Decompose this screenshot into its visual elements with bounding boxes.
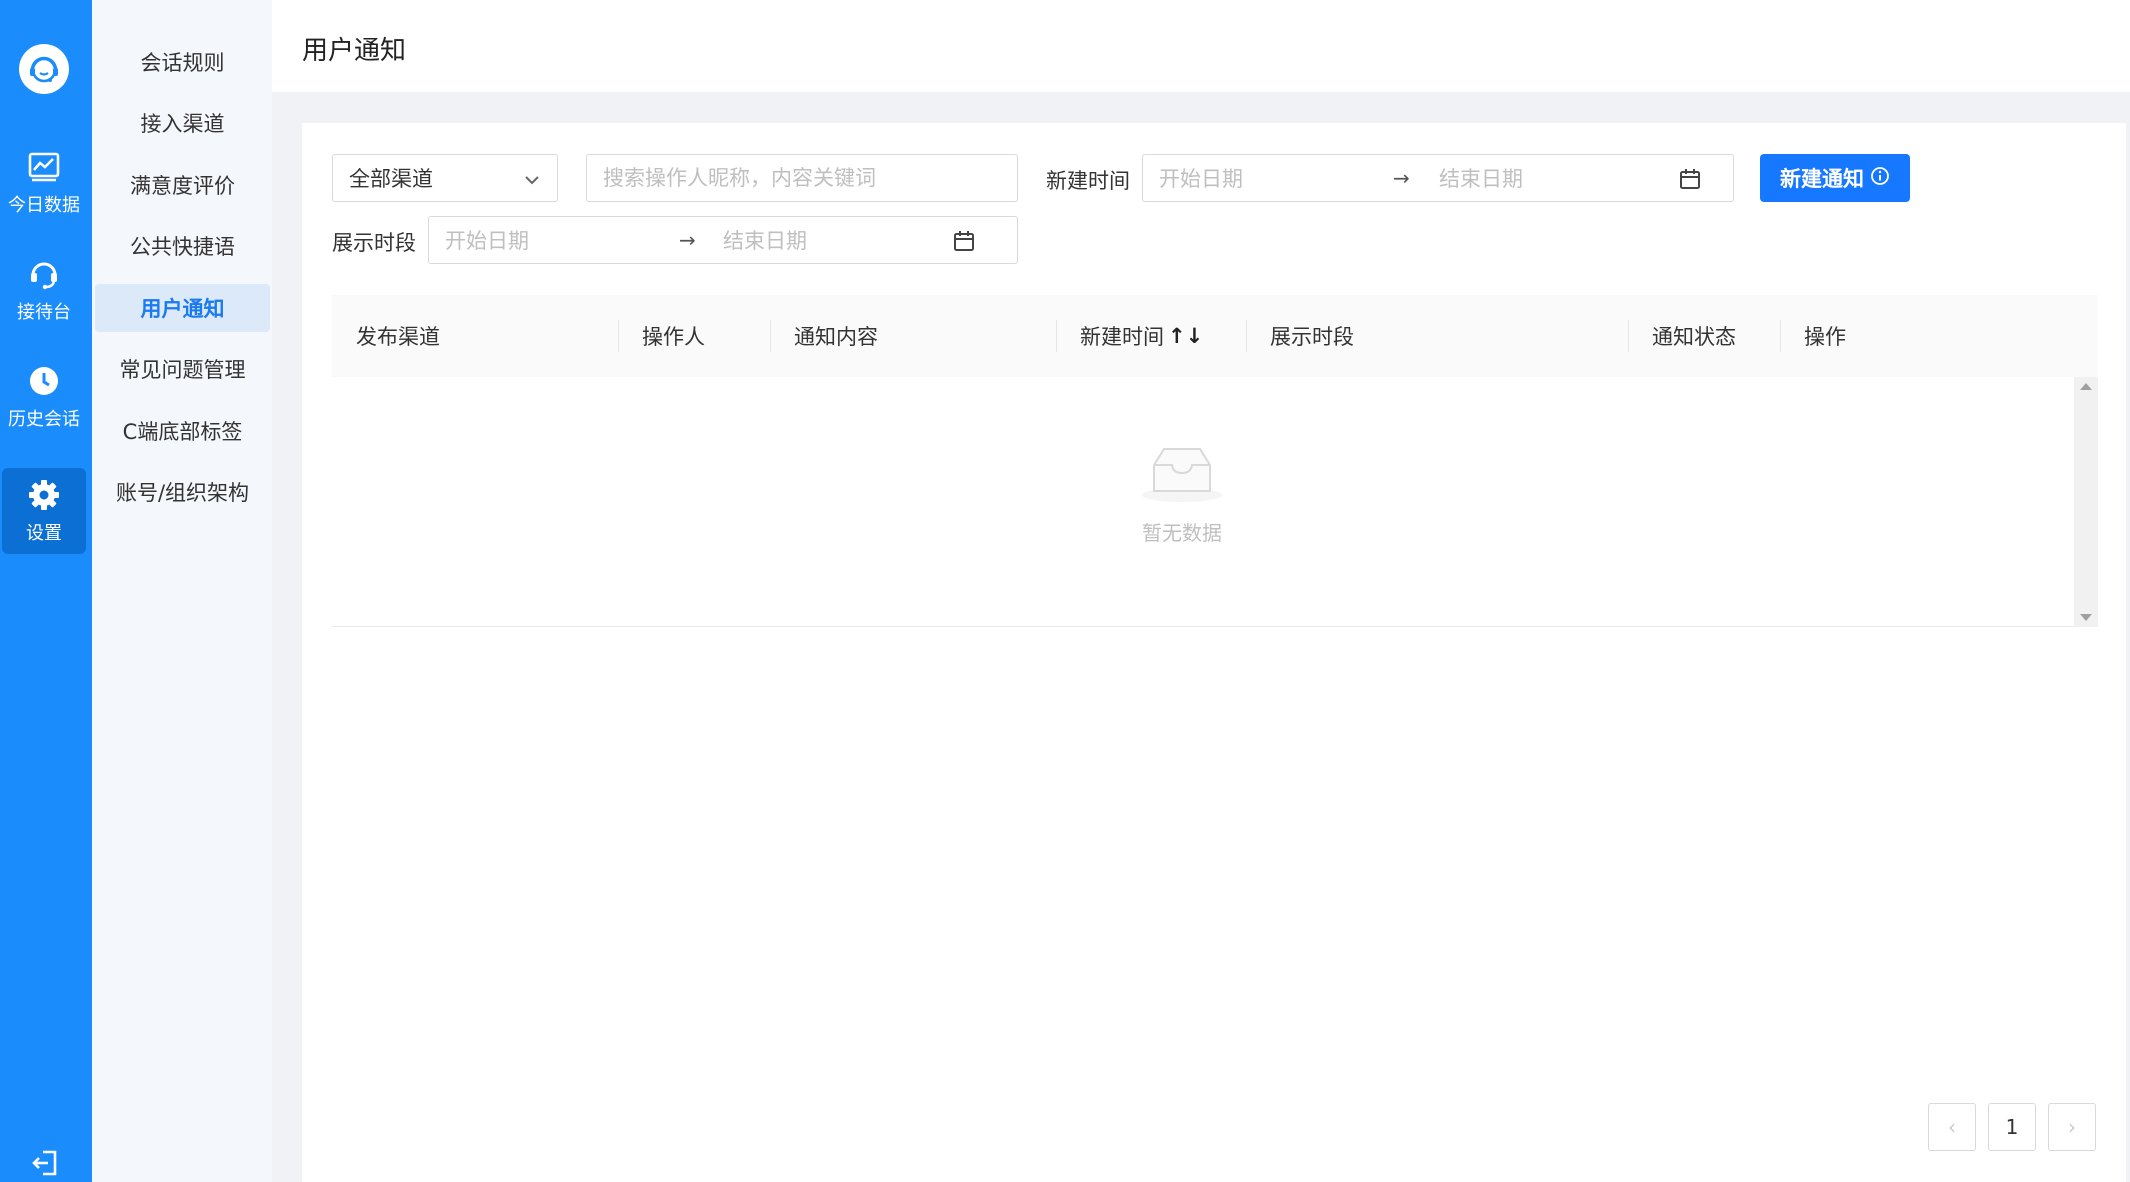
pagination-next-button[interactable]: › (2048, 1103, 2096, 1151)
rail-item-label: 历史会话 (8, 409, 80, 430)
range-arrow-icon: → (679, 228, 696, 252)
chevron-down-icon (523, 170, 541, 194)
menu-item-access-channels[interactable]: 接入渠道 (95, 99, 270, 147)
display-date-range[interactable]: 开始日期 → 结束日期 (428, 216, 1018, 264)
empty-state-text: 暂无数据 (1142, 521, 1222, 545)
rail-item-history[interactable]: 历史会话 (2, 354, 86, 440)
rail-item-reception[interactable]: 接待台 (2, 247, 86, 333)
page-header: 用户通知 (272, 0, 2130, 92)
menu-item-faq[interactable]: 常见问题管理 (95, 345, 270, 393)
column-divider (1056, 320, 1057, 352)
new-notification-label: 新建通知 (1780, 167, 1864, 191)
menu-item-accounts[interactable]: 账号/组织架构 (95, 468, 270, 516)
created-start-date[interactable]: 开始日期 (1159, 163, 1243, 193)
scroll-down-arrow-icon[interactable] (2080, 614, 2092, 621)
column-header-created-time-label: 新建时间 (1080, 325, 1164, 349)
menu-item-satisfaction[interactable]: 满意度评价 (95, 161, 270, 209)
customer-service-logo-icon (19, 44, 69, 94)
table-body: 暂无数据 (332, 377, 2098, 627)
chart-line-icon (28, 149, 60, 185)
column-header-actions: 操作 (1804, 325, 1846, 349)
display-period-label: 展示时段 (332, 231, 416, 255)
pagination-prev-button[interactable]: ‹ (1928, 1103, 1976, 1151)
menu-item-session-rules[interactable]: 会话规则 (95, 38, 270, 86)
rail-item-settings[interactable]: 设置 (2, 468, 86, 554)
scroll-up-arrow-icon[interactable] (2080, 383, 2092, 390)
pagination-page-1[interactable]: 1 (1988, 1103, 2036, 1151)
column-divider (770, 320, 771, 352)
gear-icon (27, 477, 61, 513)
created-time-label: 新建时间 (1046, 169, 1130, 193)
headset-icon (28, 256, 60, 292)
settings-menu: 会话规则 接入渠道 满意度评价 公共快捷语 用户通知 常见问题管理 C端底部标签… (92, 0, 272, 1182)
column-header-status: 通知状态 (1652, 325, 1736, 349)
calendar-icon[interactable] (1679, 168, 1701, 195)
rail-item-label: 设置 (26, 523, 62, 544)
column-divider (1780, 320, 1781, 352)
empty-state: 暂无数据 (1122, 443, 1242, 546)
content-card: 全部渠道 新建时间 开始日期 → 结束日期 新建通知 展示时段 开始日期 → 结… (302, 123, 2126, 1182)
channel-select-value: 全部渠道 (349, 167, 433, 191)
vertical-scrollbar[interactable] (2074, 377, 2098, 627)
column-header-channel: 发布渠道 (356, 325, 440, 349)
range-arrow-icon: → (1393, 166, 1410, 190)
clock-icon (28, 363, 60, 399)
calendar-icon[interactable] (953, 230, 975, 257)
search-input[interactable] (586, 154, 1018, 202)
info-icon (1870, 166, 1890, 191)
logout-icon[interactable] (30, 1148, 60, 1178)
empty-inbox-icon (1140, 443, 1224, 507)
display-start-date[interactable]: 开始日期 (445, 225, 529, 255)
display-end-date[interactable]: 结束日期 (723, 225, 807, 255)
rail-item-label: 今日数据 (8, 195, 80, 216)
column-header-operator: 操作人 (642, 325, 705, 349)
page-title: 用户通知 (302, 36, 407, 66)
column-header-created-time[interactable]: 新建时间 ↑↓ (1080, 295, 1203, 377)
column-header-content: 通知内容 (794, 325, 878, 349)
rail-item-today-data[interactable]: 今日数据 (2, 140, 86, 226)
column-divider (1246, 320, 1247, 352)
column-header-display-period: 展示时段 (1270, 325, 1354, 349)
new-notification-button[interactable]: 新建通知 (1760, 154, 1910, 202)
column-divider (618, 320, 619, 352)
table-header: 发布渠道 操作人 通知内容 新建时间 ↑↓ 展示时段 通知状态 操作 (332, 295, 2098, 377)
created-end-date[interactable]: 结束日期 (1439, 163, 1523, 193)
menu-item-quick-replies[interactable]: 公共快捷语 (95, 222, 270, 270)
created-date-range[interactable]: 开始日期 → 结束日期 (1142, 154, 1734, 202)
menu-item-bottom-tabs[interactable]: C端底部标签 (95, 407, 270, 455)
sort-icon[interactable]: ↑↓ (1168, 324, 1203, 348)
rail-item-label: 接待台 (17, 302, 71, 323)
left-rail: 今日数据 接待台 历史会话 设置 (0, 0, 92, 1182)
column-divider (1628, 320, 1629, 352)
channel-select[interactable]: 全部渠道 (332, 154, 558, 202)
menu-item-user-notifications[interactable]: 用户通知 (95, 284, 270, 332)
